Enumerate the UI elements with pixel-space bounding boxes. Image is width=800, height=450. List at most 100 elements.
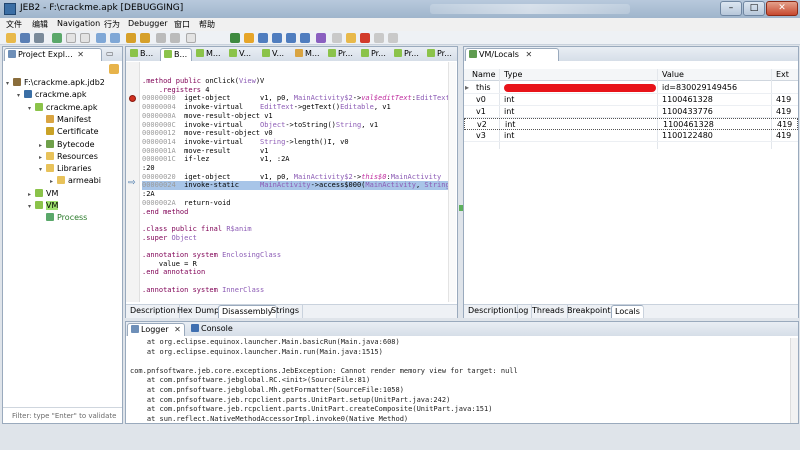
code-line[interactable]: :2A bbox=[142, 190, 448, 199]
locals-row[interactable]: ▸ this id=830029149456 bbox=[464, 82, 798, 94]
stop-icon[interactable] bbox=[360, 33, 370, 43]
code-line[interactable]: 0000001C if-lez v1, :2A bbox=[142, 155, 448, 164]
tab-logger[interactable]: Logger ✕ bbox=[127, 323, 185, 336]
code-line[interactable]: 00000024 invoke-static MainActivity->acc… bbox=[142, 181, 448, 190]
tab-console[interactable]: Console bbox=[188, 323, 238, 336]
step-over-icon[interactable] bbox=[272, 33, 282, 43]
collapsed-arrow-icon[interactable]: ▸ bbox=[39, 140, 46, 152]
code-line[interactable]: 0000001A move-result v1 bbox=[142, 147, 448, 156]
editor-tab[interactable]: Pr... bbox=[391, 48, 423, 61]
code-line[interactable] bbox=[142, 277, 448, 286]
column-value[interactable]: Value bbox=[662, 70, 684, 79]
menu-navigation[interactable]: Navigation bbox=[57, 19, 100, 28]
code-line[interactable] bbox=[142, 216, 448, 225]
tree-item[interactable]: ▾ F:\crackme.apk.jdb2 bbox=[6, 77, 105, 89]
menu-edit[interactable]: 编辑 bbox=[32, 19, 48, 30]
editor-tab[interactable]: Pr... bbox=[325, 48, 357, 61]
settings-icon[interactable] bbox=[34, 33, 44, 43]
expand-arrow-icon[interactable]: ▸ bbox=[465, 83, 469, 92]
editor-tab[interactable]: B... bbox=[160, 48, 192, 61]
tab-strings[interactable]: Strings bbox=[268, 305, 304, 318]
locals-row[interactable]: v1 int 1100433776 419 bbox=[464, 106, 798, 118]
expanded-arrow-icon[interactable]: ▾ bbox=[6, 78, 13, 90]
editor-tab[interactable]: Pr... bbox=[424, 48, 456, 61]
column-name[interactable]: Name bbox=[472, 70, 496, 79]
maximize-button[interactable]: □ bbox=[743, 1, 765, 16]
step-into-icon[interactable] bbox=[258, 33, 268, 43]
tab-locals[interactable]: Locals bbox=[611, 305, 644, 318]
page-icon[interactable] bbox=[80, 33, 90, 43]
tree-item[interactable]: Process bbox=[39, 212, 87, 224]
disassembly-view[interactable]: .method public onClick(View)V .registers… bbox=[142, 77, 448, 302]
menu-file[interactable]: 文件 bbox=[6, 19, 22, 30]
tree-item[interactable]: ▾ crackme.apk bbox=[28, 102, 98, 114]
code-line[interactable]: 00000012 move-result-object v0 bbox=[142, 129, 448, 138]
code-line[interactable]: .super Object bbox=[142, 234, 448, 243]
expanded-arrow-icon[interactable]: ▾ bbox=[17, 90, 24, 102]
tab-project-explorer[interactable]: Project Expl... ✕ bbox=[4, 48, 102, 61]
tab-threads[interactable]: Threads bbox=[529, 305, 569, 318]
editor-tab[interactable]: V... bbox=[226, 48, 258, 61]
code-line[interactable]: 00000004 invoke-virtual EditText->getTex… bbox=[142, 103, 448, 112]
console-scrollbar[interactable] bbox=[790, 338, 798, 423]
doc-icon[interactable] bbox=[186, 33, 196, 43]
thread-icon[interactable] bbox=[346, 33, 356, 43]
code-line[interactable]: .registers 4 bbox=[142, 86, 448, 95]
code-line[interactable]: 00000020 iget-object v1, p0, MainActivit… bbox=[142, 173, 448, 182]
code-line[interactable]: .annotation system InnerClass bbox=[142, 286, 448, 295]
code-line[interactable] bbox=[142, 242, 448, 251]
editor-tab[interactable]: Pr... bbox=[358, 48, 390, 61]
code-line[interactable]: .annotation system EnclosingClass bbox=[142, 251, 448, 260]
menu-help[interactable]: 帮助 bbox=[199, 19, 215, 30]
tree-item[interactable]: ▸ VM bbox=[28, 188, 58, 200]
run-icon[interactable] bbox=[156, 33, 166, 43]
pause-icon[interactable] bbox=[244, 33, 254, 43]
tree-item[interactable]: ▾ VM bbox=[28, 200, 59, 212]
tree-item[interactable]: ▾ Libraries bbox=[39, 163, 92, 175]
column-ext[interactable]: Ext bbox=[776, 70, 789, 79]
forward-icon[interactable] bbox=[110, 33, 120, 43]
tab-vm-locals[interactable]: VM/Locals ✕ bbox=[465, 48, 559, 61]
code-line[interactable]: 0000000A move-result-object v1 bbox=[142, 112, 448, 121]
locals-row[interactable]: v2 int 1100461328 419 bbox=[464, 118, 798, 130]
code-line[interactable]: .end annotation bbox=[142, 268, 448, 277]
tab-description[interactable]: Description bbox=[465, 305, 518, 318]
close-tab-icon[interactable]: ✕ bbox=[77, 50, 84, 59]
tree-item[interactable]: ▸ Bytecode bbox=[39, 139, 95, 151]
editor-tab[interactable]: V... bbox=[259, 48, 291, 61]
debug-run-icon[interactable] bbox=[230, 33, 240, 43]
code-line[interactable]: value = R bbox=[142, 260, 448, 269]
step-return-icon[interactable] bbox=[300, 33, 310, 43]
menu-debugger[interactable]: Debugger bbox=[128, 19, 168, 28]
find-next-icon[interactable] bbox=[140, 33, 150, 43]
menu-action[interactable]: 行为 bbox=[104, 19, 120, 30]
tree-item[interactable]: Manifest bbox=[39, 114, 91, 126]
tree-item[interactable]: ▸ armeabi bbox=[50, 175, 101, 187]
open-icon[interactable] bbox=[6, 33, 16, 43]
minimize-button[interactable]: – bbox=[720, 1, 742, 16]
tree-item[interactable]: Certificate bbox=[39, 126, 99, 138]
refresh-icon[interactable] bbox=[388, 33, 398, 43]
code-line[interactable]: .class public final R$anim bbox=[142, 225, 448, 234]
toggle-icon[interactable] bbox=[332, 33, 342, 43]
link-editor-icon[interactable] bbox=[109, 64, 119, 74]
back-icon[interactable] bbox=[96, 33, 106, 43]
code-line[interactable]: 00000014 invoke-virtual String->length()… bbox=[142, 138, 448, 147]
up-icon[interactable] bbox=[52, 33, 62, 43]
tree-item[interactable]: ▸ Resources bbox=[39, 151, 98, 163]
collapsed-arrow-icon[interactable]: ▸ bbox=[39, 152, 46, 164]
expanded-arrow-icon[interactable]: ▾ bbox=[28, 103, 35, 115]
code-line[interactable]: 0000000C invoke-virtual Object->toString… bbox=[142, 121, 448, 130]
watch-icon[interactable] bbox=[316, 33, 326, 43]
close-tab-icon[interactable]: ✕ bbox=[174, 325, 181, 334]
search-icon[interactable] bbox=[126, 33, 136, 43]
attach-icon[interactable] bbox=[170, 33, 180, 43]
disconnect-icon[interactable] bbox=[374, 33, 384, 43]
close-button[interactable]: ✕ bbox=[766, 1, 798, 16]
tab-hex-dump[interactable]: Hex Dump bbox=[174, 305, 224, 318]
column-type[interactable]: Type bbox=[504, 70, 522, 79]
close-tab-icon[interactable]: ✕ bbox=[526, 50, 533, 59]
code-line[interactable]: 0000002A return-void bbox=[142, 199, 448, 208]
tab-description[interactable]: Description bbox=[127, 305, 180, 318]
minimize-panel-icon[interactable]: ▭ bbox=[106, 49, 114, 58]
